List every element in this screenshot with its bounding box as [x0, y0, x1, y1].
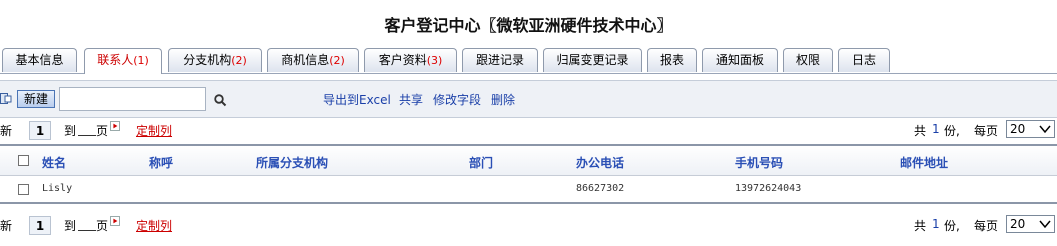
tab-contacts[interactable]: 联系人(1): [84, 48, 162, 74]
chevron-down-icon: [1039, 220, 1051, 229]
total-count: 1: [932, 217, 940, 231]
per-page-select[interactable]: 20: [1006, 215, 1055, 233]
cell-mobile: 13972624043: [735, 183, 802, 194]
per-page-select[interactable]: 20: [1006, 120, 1055, 138]
edit-fields-link[interactable]: 修改字段: [433, 91, 481, 108]
page-unit-label: 页: [96, 124, 109, 138]
pager-bottom: 新 1 到 页 定制列 共 1 份, 每页 20: [0, 214, 1057, 238]
page-unit-label: 页: [96, 219, 109, 233]
total-prefix: 共: [914, 219, 927, 233]
search-icon[interactable]: [214, 94, 227, 107]
tab-count: (2): [231, 54, 247, 67]
customize-columns-link[interactable]: 定制列: [136, 122, 172, 139]
page-title: 客户登记中心〖微软亚洲硬件技术中心〗: [384, 16, 673, 35]
tab-notifications[interactable]: 通知面板: [702, 48, 778, 72]
export-excel-link[interactable]: 导出到Excel: [323, 91, 391, 108]
table-header: 姓名 称呼 所属分支机构 部门 办公电话 手机号码 邮件地址: [0, 144, 1057, 176]
column-header-email[interactable]: 邮件地址: [900, 154, 948, 171]
per-page-value: 20: [1010, 217, 1026, 231]
tab-label: 权限: [795, 53, 820, 67]
goto-arrow-icon[interactable]: [110, 121, 120, 131]
tab-label: 日志: [851, 53, 876, 67]
goto-page-input[interactable]: [78, 230, 96, 231]
chevron-down-icon: [1039, 125, 1051, 134]
goto-label: 到: [64, 219, 77, 233]
share-link[interactable]: 共享: [399, 91, 423, 108]
toolbar: 新建 导出到Excel 共享 修改字段 删除: [0, 80, 1057, 118]
tab-label: 客户资料: [378, 53, 427, 67]
goto-page-input[interactable]: [78, 135, 96, 136]
goto-label: 到: [64, 124, 77, 138]
total-count: 1: [932, 122, 940, 136]
current-page: 1: [29, 216, 51, 235]
tab-label: 商机信息: [281, 53, 330, 67]
tab-branches[interactable]: 分支机构(2): [168, 48, 262, 72]
tab-label: 跟进记录: [475, 53, 524, 67]
tab-label: 归属变更记录: [556, 53, 629, 67]
customize-columns-link[interactable]: 定制列: [136, 217, 172, 234]
tab-label: 通知面板: [715, 53, 764, 67]
new-button[interactable]: 新建: [17, 90, 56, 108]
tab-label: 联系人: [97, 53, 134, 67]
tab-reports[interactable]: 报表: [647, 48, 697, 72]
row-checkbox[interactable]: [18, 184, 29, 195]
total-suffix: 份,: [944, 124, 960, 138]
tab-count: (3): [426, 54, 443, 67]
new-record-icon: [0, 93, 12, 104]
tab-label: 报表: [659, 53, 684, 67]
tab-opportunities[interactable]: 商机信息(2): [267, 48, 359, 72]
goto-arrow-icon[interactable]: [110, 216, 120, 226]
total-prefix: 共: [914, 124, 927, 138]
tab-permissions[interactable]: 权限: [783, 48, 833, 72]
delete-link[interactable]: 删除: [491, 91, 515, 108]
per-page-label: 每页: [974, 124, 999, 138]
column-header-mobile[interactable]: 手机号码: [735, 154, 783, 171]
column-header-title[interactable]: 称呼: [149, 154, 173, 171]
pager-top: 新 1 到 页 定制列 共 1 份, 每页 20: [0, 119, 1057, 143]
tab-followups[interactable]: 跟进记录: [462, 48, 538, 72]
tab-ownership-changes[interactable]: 归属变更记录: [543, 48, 642, 72]
tab-count: (1): [133, 54, 149, 67]
column-header-branch[interactable]: 所属分支机构: [256, 154, 328, 171]
tab-customer-docs[interactable]: 客户资料(3): [364, 48, 457, 72]
tab-count: (2): [329, 54, 345, 67]
tab-log[interactable]: 日志: [838, 48, 890, 72]
refresh-link[interactable]: 新: [0, 217, 12, 234]
column-header-department[interactable]: 部门: [469, 154, 493, 171]
tab-basic-info[interactable]: 基本信息: [2, 48, 77, 72]
current-page: 1: [29, 121, 51, 140]
per-page-label: 每页: [974, 219, 999, 233]
cell-name[interactable]: Lisly: [42, 183, 72, 194]
tab-label: 分支机构: [183, 53, 232, 67]
column-header-office-phone[interactable]: 办公电话: [576, 154, 624, 171]
select-all-checkbox[interactable]: [18, 155, 29, 166]
cell-office-phone: 86627302: [576, 183, 625, 194]
search-input[interactable]: [59, 87, 206, 111]
column-header-name[interactable]: 姓名: [42, 154, 66, 171]
tab-label: 基本信息: [15, 53, 64, 67]
refresh-link[interactable]: 新: [0, 122, 12, 139]
total-suffix: 份,: [944, 219, 960, 233]
per-page-value: 20: [1010, 122, 1026, 136]
table-row[interactable]: Lisly 86627302 13972624043: [0, 176, 1057, 204]
tab-bar: 基本信息 联系人(1) 分支机构(2) 商机信息(2) 客户资料(3) 跟进记录…: [0, 46, 1057, 74]
